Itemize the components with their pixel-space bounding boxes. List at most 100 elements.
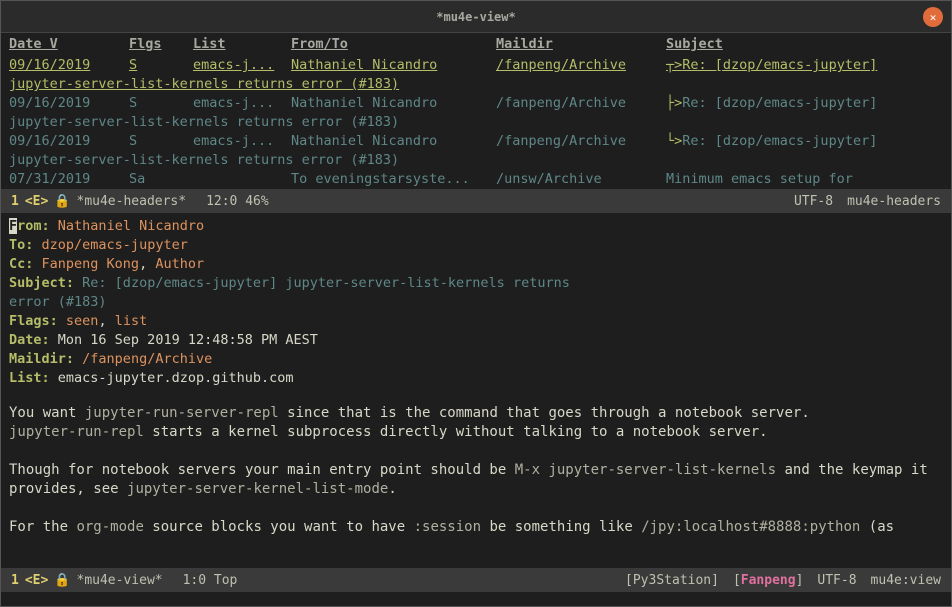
buffer-name[interactable]: *mu4e-view* [77,573,163,588]
lock-icon: 🔒 [54,194,70,209]
row-date: 09/16/2019 [9,94,129,113]
row-subject-cont[interactable]: jupyter-server-list-kernels returns erro… [1,151,951,170]
cursor-position: 12:0 46% [206,194,269,209]
row-flgs: S [129,94,193,113]
message-row[interactable]: 09/16/2019 S emacs-j... Nathaniel Nicand… [1,132,951,151]
code-snippet: :session [414,519,481,535]
cursor: F [9,218,17,234]
close-icon: ✕ [930,11,937,24]
view-pane: From: Nathaniel Nicandro To: dzop/emacs-… [1,213,951,392]
row-subject: ┬>Re: [dzop/emacs-jupyter] [666,56,943,75]
column-headers: Date V Flgs List From/To Maildir Subject [1,33,951,56]
row-list: emacs-j... [193,56,291,75]
col-subject[interactable]: Subject [666,35,943,54]
buffer-name[interactable]: *mu4e-headers* [77,194,187,209]
message-row[interactable]: 09/16/2019 S emacs-j... Nathaniel Nicand… [1,56,951,75]
encoding: UTF-8 [794,194,833,209]
spacer [9,499,943,518]
to-label: To: [9,237,33,253]
body-p3: Though for notebook servers your main en… [9,461,943,499]
col-from[interactable]: From/To [291,35,496,54]
from-value[interactable]: Nathaniel Nicandro [58,218,204,234]
subject-value-cont: error (#183) [9,294,107,310]
flag-list: list [115,313,148,329]
row-flgs: S [129,132,193,151]
row-date: 09/16/2019 [9,132,129,151]
encoding: UTF-8 [817,573,856,588]
thread-arrow-icon: ┬> [666,57,682,73]
row-from: To eveningstarsyste... [291,170,496,189]
list-value: emacs-jupyter.dzop.github.com [58,370,294,386]
thread-arrow-icon: ├> [666,95,682,111]
body-p1: You want jupyter-run-server-repl since t… [9,404,943,423]
window-number: 1 [11,194,19,209]
titlebar: *mu4e-view* ✕ [1,1,951,33]
window-number: 1 [11,573,19,588]
row-from: Nathaniel Nicandro [291,132,496,151]
close-button[interactable]: ✕ [923,7,943,27]
code-snippet: org-mode [76,519,143,535]
code-snippet: jupyter-server-kernel-list-mode [127,481,388,497]
major-mode: mu4e:view [871,573,941,588]
row-from: Nathaniel Nicandro [291,94,496,113]
row-maildir: /fanpeng/Archive [496,94,666,113]
date-value: Mon 16 Sep 2019 12:48:58 PM AEST [58,332,318,348]
cc-label: Cc: [9,256,33,272]
col-maildir[interactable]: Maildir [496,35,666,54]
spacer [9,442,943,461]
cursor-position: 1:0 Top [183,573,238,588]
body-p2: jupyter-run-repl starts a kernel subproc… [9,423,943,442]
row-subject-cont[interactable]: jupyter-server-list-kernels returns erro… [1,75,951,94]
subject-value: Re: [dzop/emacs-jupyter] jupyter-server-… [82,275,570,291]
code-snippet: jupyter-run-server-repl [85,405,279,421]
mu4e-window: *mu4e-view* ✕ Date V Flgs List From/To M… [0,0,952,607]
row-maildir: /unsw/Archive [496,170,666,189]
code-snippet: /jpy:localhost#8888:python [641,519,860,535]
modeline-view: 1 <E> 🔒 *mu4e-view* 1:0 Top [Py3Station]… [1,568,951,592]
code-snippet: M-x jupyter-server-list-kernels [515,462,776,478]
cc-value-1[interactable]: Fanpeng Kong [42,256,140,272]
modeline-headers: 1 <E> 🔒 *mu4e-headers* 12:0 46% UTF-8 mu… [1,189,951,213]
col-date[interactable]: Date V [9,35,129,54]
date-label: Date: [9,332,50,348]
encoding-indicator: <E> [25,573,48,588]
row-from: Nathaniel Nicandro [291,56,496,75]
headers-pane: 09/16/2019 S emacs-j... Nathaniel Nicand… [1,56,951,189]
major-mode: mu4e-headers [847,194,941,209]
col-list[interactable]: List [193,35,291,54]
to-value[interactable]: dzop/emacs-jupyter [42,237,188,253]
python-env: [Py3Station] [625,573,719,588]
maildir-value: /fanpeng/Archive [82,351,212,367]
message-row[interactable]: 07/31/2019 Sa To eveningstarsyste... /un… [1,170,951,189]
from-label: From: [9,218,50,234]
cc-value-2[interactable]: Author [155,256,204,272]
body-p4: For the org-mode source blocks you want … [9,518,943,537]
row-date: 07/31/2019 [9,170,129,189]
row-flgs: S [129,56,193,75]
row-maildir: /fanpeng/Archive [496,56,666,75]
row-subject: Minimum emacs setup for [666,170,943,189]
user-indicator: [Fanpeng] [733,573,803,588]
row-maildir: /fanpeng/Archive [496,132,666,151]
spacer [1,392,951,404]
window-title: *mu4e-view* [436,10,515,24]
row-flgs: Sa [129,170,193,189]
row-list: emacs-j... [193,132,291,151]
row-list [193,170,291,189]
list-label: List: [9,370,50,386]
col-flgs[interactable]: Flgs [129,35,193,54]
flags-label: Flags: [9,313,58,329]
flag-seen: seen [66,313,99,329]
subject-label: Subject: [9,275,74,291]
message-body: You want jupyter-run-server-repl since t… [1,404,951,537]
row-list: emacs-j... [193,94,291,113]
row-subject: └>Re: [dzop/emacs-jupyter] [666,132,943,151]
row-date: 09/16/2019 [9,56,129,75]
minibuffer[interactable] [1,592,951,606]
row-subject: ├>Re: [dzop/emacs-jupyter] [666,94,943,113]
maildir-label: Maildir: [9,351,74,367]
message-row[interactable]: 09/16/2019 S emacs-j... Nathaniel Nicand… [1,94,951,113]
thread-arrow-icon: └> [666,133,682,149]
lock-icon: 🔒 [54,573,70,588]
row-subject-cont[interactable]: jupyter-server-list-kernels returns erro… [1,113,951,132]
